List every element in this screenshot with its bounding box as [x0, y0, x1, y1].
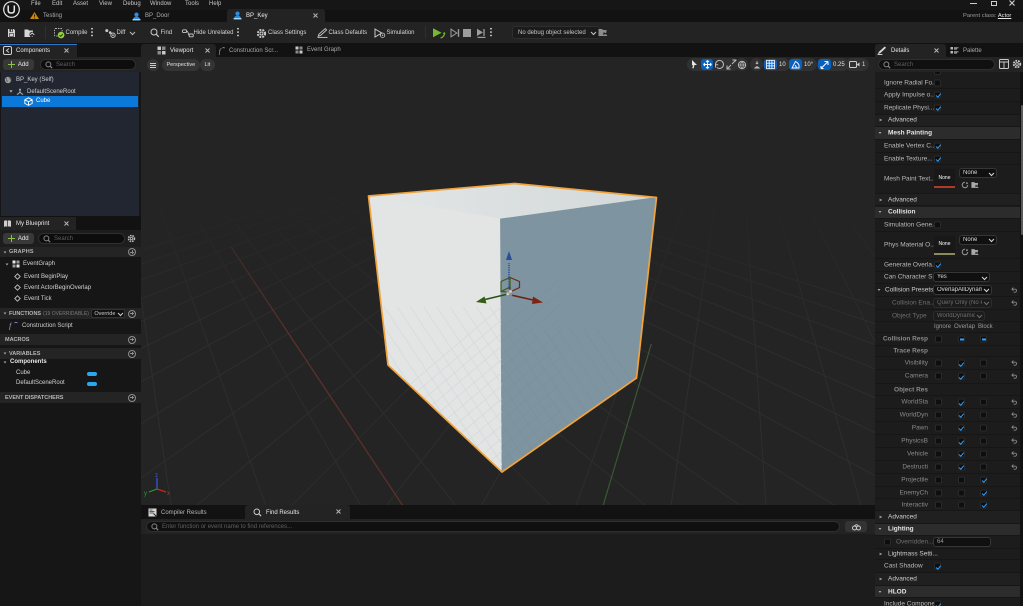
- svg-text:f: f: [219, 47, 222, 55]
- svg-text:z: z: [155, 473, 158, 479]
- svg-text:x: x: [167, 491, 170, 497]
- svg-text:y: y: [144, 491, 147, 497]
- svg-text:f: f: [9, 322, 13, 331]
